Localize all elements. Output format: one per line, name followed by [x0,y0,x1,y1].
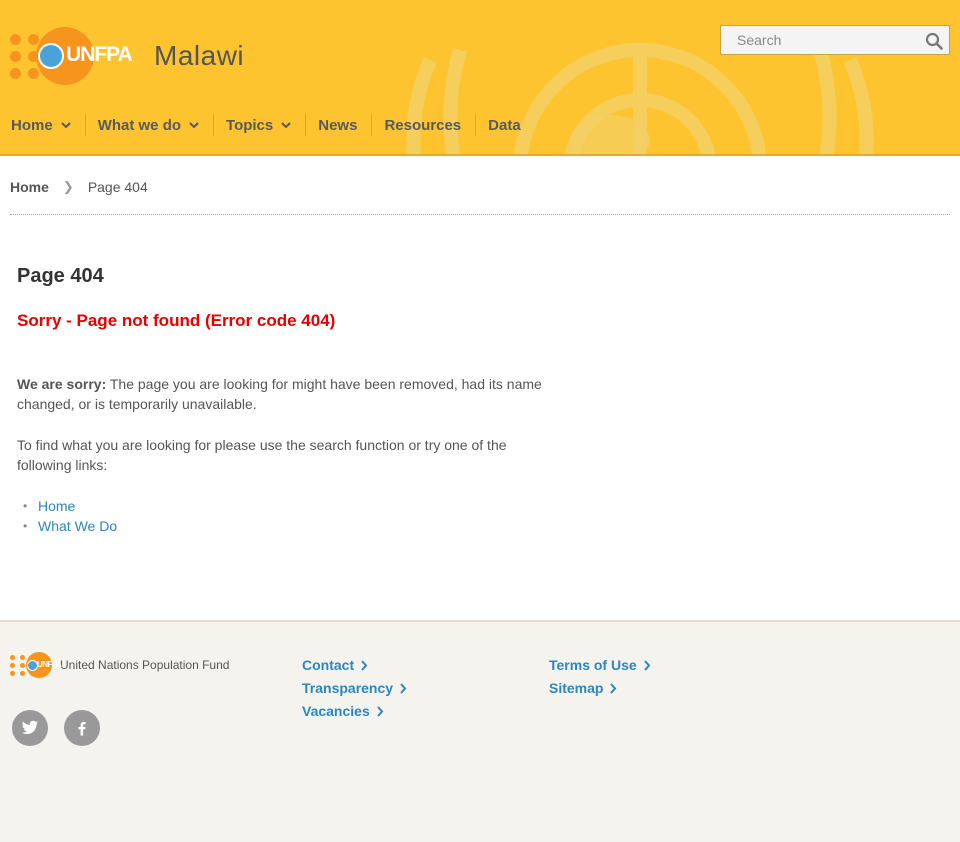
chevron-down-icon [189,122,199,129]
link-label: Transparency [302,680,394,696]
link-home[interactable]: Home [38,498,75,514]
breadcrumb-home-link[interactable]: Home [10,179,49,195]
chevron-right-icon: ❯ [62,179,74,194]
unfpa-badge: UNFPA [36,27,133,85]
site-footer: UNFPA United Nations Population Fund Con… [0,620,960,842]
footer-links-col2: Terms of Use Sitemap [549,654,651,700]
list-item: Home [17,496,562,516]
help-paragraph: To find what you are looking for please … [17,437,507,473]
suggested-links: Home What We Do [17,496,562,536]
chevron-right-icon [610,683,617,694]
nav-topics[interactable]: Topics [214,114,307,136]
nav-data[interactable]: Data [476,114,535,136]
footer-link-transparency[interactable]: Transparency [302,677,407,700]
unfpa-logo[interactable]: UNFPA Malawi [10,26,244,86]
chevron-right-icon [376,706,384,717]
chevron-down-icon [60,122,71,129]
list-item: What We Do [17,516,562,536]
facebook-icon [78,722,86,736]
facebook-button[interactable] [64,710,100,746]
logo-text: UNFPA [66,43,133,66]
unfpa-badge: UNFPA [26,652,62,678]
link-label: Vacancies [302,703,370,719]
country-name: Malawi [154,40,245,71]
org-name: United Nations Population Fund [60,658,230,672]
main-content: Page 404 Sorry - Page not found (Error c… [17,265,562,536]
page-title: Page 404 [17,265,104,287]
link-label: Sitemap [549,680,604,696]
footer-link-terms[interactable]: Terms of Use [549,654,651,677]
error-message: Sorry - Page not found (Error code 404) [17,311,336,330]
nav-home[interactable]: Home [0,114,86,136]
footer-links-col1: Contact Transparency Vacancies [302,654,407,723]
footer-logo-text: UNFPA [37,660,62,669]
chevron-right-icon [361,660,368,671]
twitter-button[interactable] [12,710,48,746]
chevron-down-icon [281,122,291,129]
breadcrumb: Home ❯ Page 404 [10,179,148,195]
search-box [720,25,950,55]
footer-link-vacancies[interactable]: Vacancies [302,700,407,723]
link-label: Terms of Use [549,657,637,673]
nav-label: Home [11,116,53,134]
search-input[interactable] [721,26,911,54]
nav-label: Resources [384,116,462,134]
footer-logo[interactable]: UNFPA United Nations Population Fund [10,652,229,678]
nav-label: Data [488,116,521,134]
main-nav: Home What we do Topics News Resources Da… [0,108,535,142]
footer-link-contact[interactable]: Contact [302,654,407,677]
chevron-right-icon [643,660,651,671]
twitter-icon [21,720,39,735]
nav-label: What we do [97,116,182,134]
site-header: UNFPA Malawi Home What we do Topics News… [0,0,960,156]
footer-link-sitemap[interactable]: Sitemap [549,677,651,700]
nav-label: News [318,116,358,134]
nav-news[interactable]: News [306,114,373,136]
un-globe-icon [38,43,64,69]
sorry-paragraph: We are sorry: The page you are looking f… [17,374,562,414]
link-label: Contact [302,657,355,673]
breadcrumb-current: Page 404 [87,179,148,195]
nav-label: Topics [226,116,274,134]
search-icon[interactable] [925,32,943,50]
nav-what-we-do[interactable]: What we do [86,114,215,136]
link-what-we-do[interactable]: What We Do [38,518,117,534]
chevron-right-icon [400,683,407,694]
nav-resources[interactable]: Resources [372,114,477,136]
sorry-label: We are sorry: [17,376,107,392]
breadcrumb-divider [10,214,950,215]
